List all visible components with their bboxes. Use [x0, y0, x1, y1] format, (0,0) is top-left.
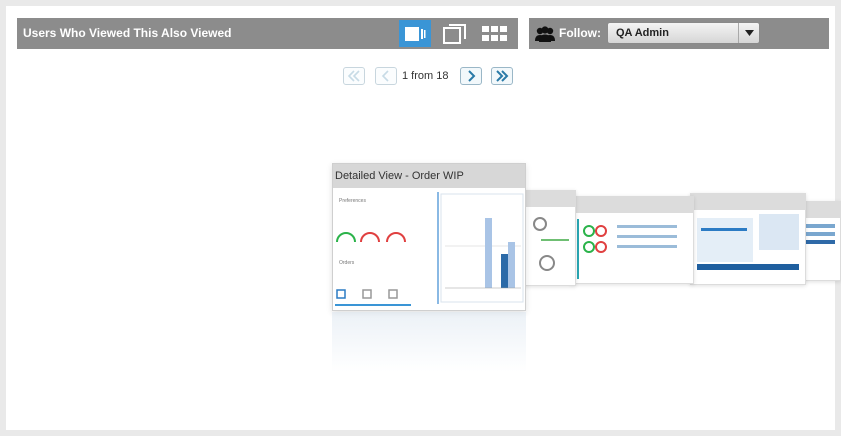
svg-text:Preferences: Preferences: [339, 198, 366, 204]
double-chevron-right-icon: [496, 70, 509, 82]
last-page-button[interactable]: [491, 67, 513, 85]
follow-selected-value: QA Admin: [616, 27, 669, 39]
users-group-icon: [535, 26, 555, 42]
carousel-thumbnail-3[interactable]: [570, 196, 694, 284]
carousel-reflection: [332, 312, 526, 372]
follow-user-select[interactable]: QA Admin: [607, 22, 760, 44]
chevron-right-icon: [468, 70, 476, 82]
grid-view-icon: [482, 25, 507, 41]
card-title-bar: Detailed View - Order WIP: [333, 164, 525, 188]
carousel-item-detailed-view[interactable]: Detailed View - Order WIP Preferences Or…: [332, 163, 526, 311]
card-title: Detailed View - Order WIP: [335, 170, 464, 182]
double-chevron-left-icon: [347, 70, 360, 82]
svg-text:Orders: Orders: [339, 260, 355, 266]
previous-page-button[interactable]: [375, 67, 397, 85]
carousel-view-icon: [405, 26, 426, 41]
carousel-view-button[interactable]: [399, 20, 431, 47]
viewed-also-header: Users Who Viewed This Also Viewed: [17, 18, 518, 49]
page-indicator: 1 from 18: [402, 70, 449, 82]
carousel-thumbnail-2[interactable]: [520, 190, 576, 286]
follow-label: Follow:: [559, 26, 601, 40]
dashboard-thumbnail: Preferences Orders: [333, 188, 525, 310]
first-page-button[interactable]: [343, 67, 365, 85]
next-page-button[interactable]: [460, 67, 482, 85]
cover-view-button[interactable]: [439, 20, 471, 47]
cover-view-icon: [443, 23, 466, 44]
section-title: Users Who Viewed This Also Viewed: [23, 26, 232, 40]
dropdown-arrow-icon: [738, 23, 759, 43]
grid-view-button[interactable]: [478, 20, 510, 47]
carousel-thumbnail-4[interactable]: [690, 193, 806, 285]
carousel-thumbnail-5[interactable]: [800, 201, 841, 281]
follow-bar: Follow: QA Admin: [529, 18, 829, 49]
chevron-left-icon: [381, 70, 389, 82]
